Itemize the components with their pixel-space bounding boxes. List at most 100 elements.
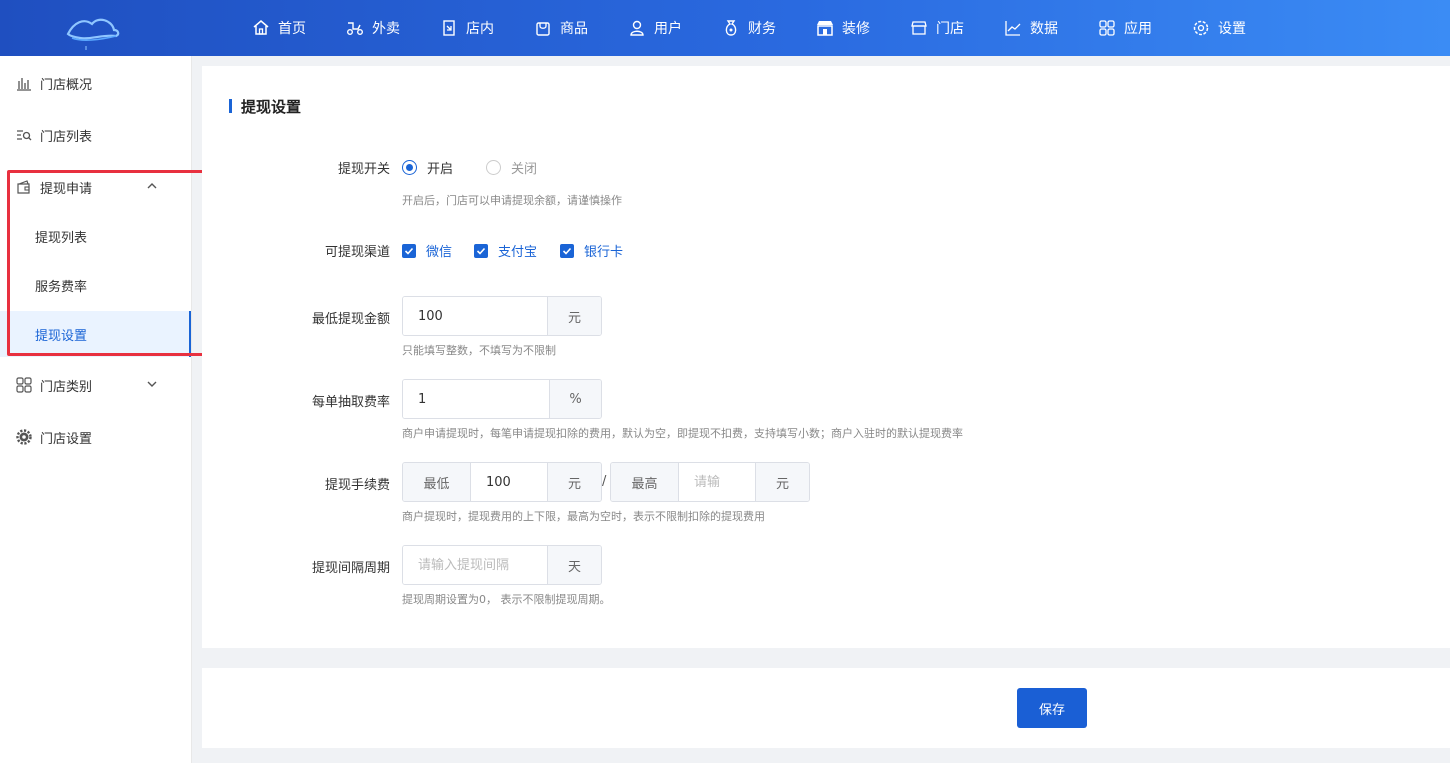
shop-icon <box>910 19 928 37</box>
nav-store[interactable]: 门店 <box>898 0 964 56</box>
sidebar-item-store-settings[interactable]: 门店设置 <box>0 414 191 460</box>
nav-data[interactable]: 数据 <box>992 0 1058 56</box>
fee-range-help: 商户提现时，提现费用的上下限，最高为空时，表示不限制扣除的提现费用 <box>402 510 765 523</box>
top-navigation-bar: 首页 外卖 店内 商品 用户 财务 装修 门店 数据 应用 设置 <box>0 0 1450 56</box>
footer-card <box>202 668 1450 748</box>
nav-label: 财务 <box>748 21 776 37</box>
fee-min-unit: 元 <box>547 463 601 501</box>
user-icon <box>628 19 646 37</box>
fee-min-input[interactable] <box>471 463 547 501</box>
nav-label: 设置 <box>1218 21 1246 37</box>
home-icon <box>252 19 270 37</box>
nav-label: 用户 <box>654 21 682 37</box>
interval-help: 提现周期设置为0， 表示不限制提现周期。 <box>402 593 611 606</box>
radio-label: 开启 <box>427 162 454 177</box>
sidebar-item-label: 门店类别 <box>40 379 93 395</box>
dine-in-icon <box>440 19 458 37</box>
sidebar-subitem-label: 服务费率 <box>35 279 88 295</box>
radio-disable[interactable]: 关闭 <box>486 158 537 177</box>
withdraw-switch-label: 提现开关 <box>337 162 390 177</box>
checkbox-label: 微信 <box>426 245 453 260</box>
sidebar-item-store-overview[interactable]: 门店概况 <box>0 60 191 106</box>
min-amount-input[interactable] <box>403 297 547 335</box>
chevron-up-icon[interactable] <box>145 179 159 193</box>
sidebar-subitem-label: 提现列表 <box>35 230 88 246</box>
sidebar-subitem-service-fee[interactable]: 服务费率 <box>0 262 191 308</box>
withdraw-channels-label: 可提现渠道 <box>324 245 390 260</box>
sidebar-item-label: 门店列表 <box>40 129 93 145</box>
fee-range-separator: / <box>602 474 607 489</box>
shopping-bag-icon <box>534 19 552 37</box>
interval-input[interactable] <box>403 546 547 584</box>
nav-label: 数据 <box>1030 21 1058 37</box>
sidebar-item-withdraw-apply[interactable]: 提现申请 <box>0 164 191 210</box>
checkbox-label: 银行卡 <box>584 245 624 260</box>
min-amount-help: 只能填写整数，不填写为不限制 <box>402 344 556 357</box>
fee-range-label: 提现手续费 <box>324 478 390 493</box>
category-grid-icon <box>16 377 32 393</box>
storefront-icon <box>816 19 834 37</box>
money-bag-icon <box>722 19 740 37</box>
fee-min-input-group: 最低 元 <box>402 462 602 502</box>
nav-user[interactable]: 用户 <box>616 0 682 56</box>
checkbox-bank-card[interactable]: 银行卡 <box>560 241 623 260</box>
fee-max-input-group: 最高 元 <box>610 462 810 502</box>
gear-icon <box>16 429 32 445</box>
scooter-icon <box>346 19 364 37</box>
nav-label: 应用 <box>1124 21 1152 37</box>
list-search-icon <box>16 127 32 143</box>
nav-label: 店内 <box>466 21 494 37</box>
sidebar-item-label: 门店设置 <box>40 431 93 447</box>
line-chart-icon <box>1004 19 1022 37</box>
interval-unit: 天 <box>547 546 601 584</box>
fee-rate-help: 商户申请提现时，每笔申请提现扣除的费用，默认为空，即提现不扣费，支持填写小数；商… <box>402 427 963 440</box>
nav-label: 商品 <box>560 21 588 37</box>
checkmark-icon <box>474 243 488 258</box>
checkmark-icon <box>402 243 416 258</box>
fee-max-unit: 元 <box>755 463 809 501</box>
cloud-logo-icon[interactable] <box>60 10 124 50</box>
nav-settings[interactable]: 设置 <box>1180 0 1246 56</box>
sidebar-item-store-category[interactable]: 门店类别 <box>0 362 191 408</box>
page-title: 提现设置 <box>229 96 301 116</box>
fee-rate-label: 每单抽取费率 <box>311 395 390 410</box>
fee-min-prefix: 最低 <box>403 463 471 501</box>
interval-input-group: 天 <box>402 545 602 585</box>
min-amount-input-group: 元 <box>402 296 602 336</box>
title-accent-bar <box>229 99 232 113</box>
min-amount-unit: 元 <box>547 297 601 335</box>
sidebar-subitem-withdraw-settings[interactable]: 提现设置 <box>0 311 191 357</box>
chevron-down-icon[interactable] <box>145 377 159 391</box>
radio-dot <box>486 160 501 175</box>
nav-label: 外卖 <box>372 21 400 37</box>
checkbox-wechat[interactable]: 微信 <box>402 241 452 260</box>
nav-goods[interactable]: 商品 <box>522 0 588 56</box>
checkbox-alipay[interactable]: 支付宝 <box>474 241 537 260</box>
nav-home[interactable]: 首页 <box>240 0 306 56</box>
radio-label: 关闭 <box>511 162 538 177</box>
nav-dine-in[interactable]: 店内 <box>428 0 494 56</box>
gear-icon <box>1192 19 1210 37</box>
sidebar-subitem-withdraw-list[interactable]: 提现列表 <box>0 213 191 259</box>
radio-dot <box>402 160 417 175</box>
apps-grid-icon <box>1098 19 1116 37</box>
nav-label: 装修 <box>842 21 870 37</box>
fee-max-input[interactable] <box>679 463 755 501</box>
sidebar-subitem-label: 提现设置 <box>35 328 88 344</box>
fee-rate-input[interactable] <box>403 380 549 418</box>
nav-finance[interactable]: 财务 <box>710 0 776 56</box>
sidebar-item-label: 门店概况 <box>40 77 93 93</box>
sidebar-item-label: 提现申请 <box>40 181 93 197</box>
nav-apps[interactable]: 应用 <box>1086 0 1152 56</box>
nav-label: 首页 <box>278 21 306 37</box>
radio-enable[interactable]: 开启 <box>402 158 453 177</box>
nav-takeout[interactable]: 外卖 <box>334 0 400 56</box>
nav-decoration[interactable]: 装修 <box>804 0 870 56</box>
fee-rate-input-group: % <box>402 379 602 419</box>
save-button[interactable]: 保存 <box>1017 688 1087 728</box>
sidebar-item-store-list[interactable]: 门店列表 <box>0 112 191 158</box>
nav-label: 门店 <box>936 21 964 37</box>
checkbox-label: 支付宝 <box>498 245 538 260</box>
min-amount-label: 最低提现金额 <box>311 312 390 327</box>
interval-label: 提现间隔周期 <box>311 561 390 576</box>
